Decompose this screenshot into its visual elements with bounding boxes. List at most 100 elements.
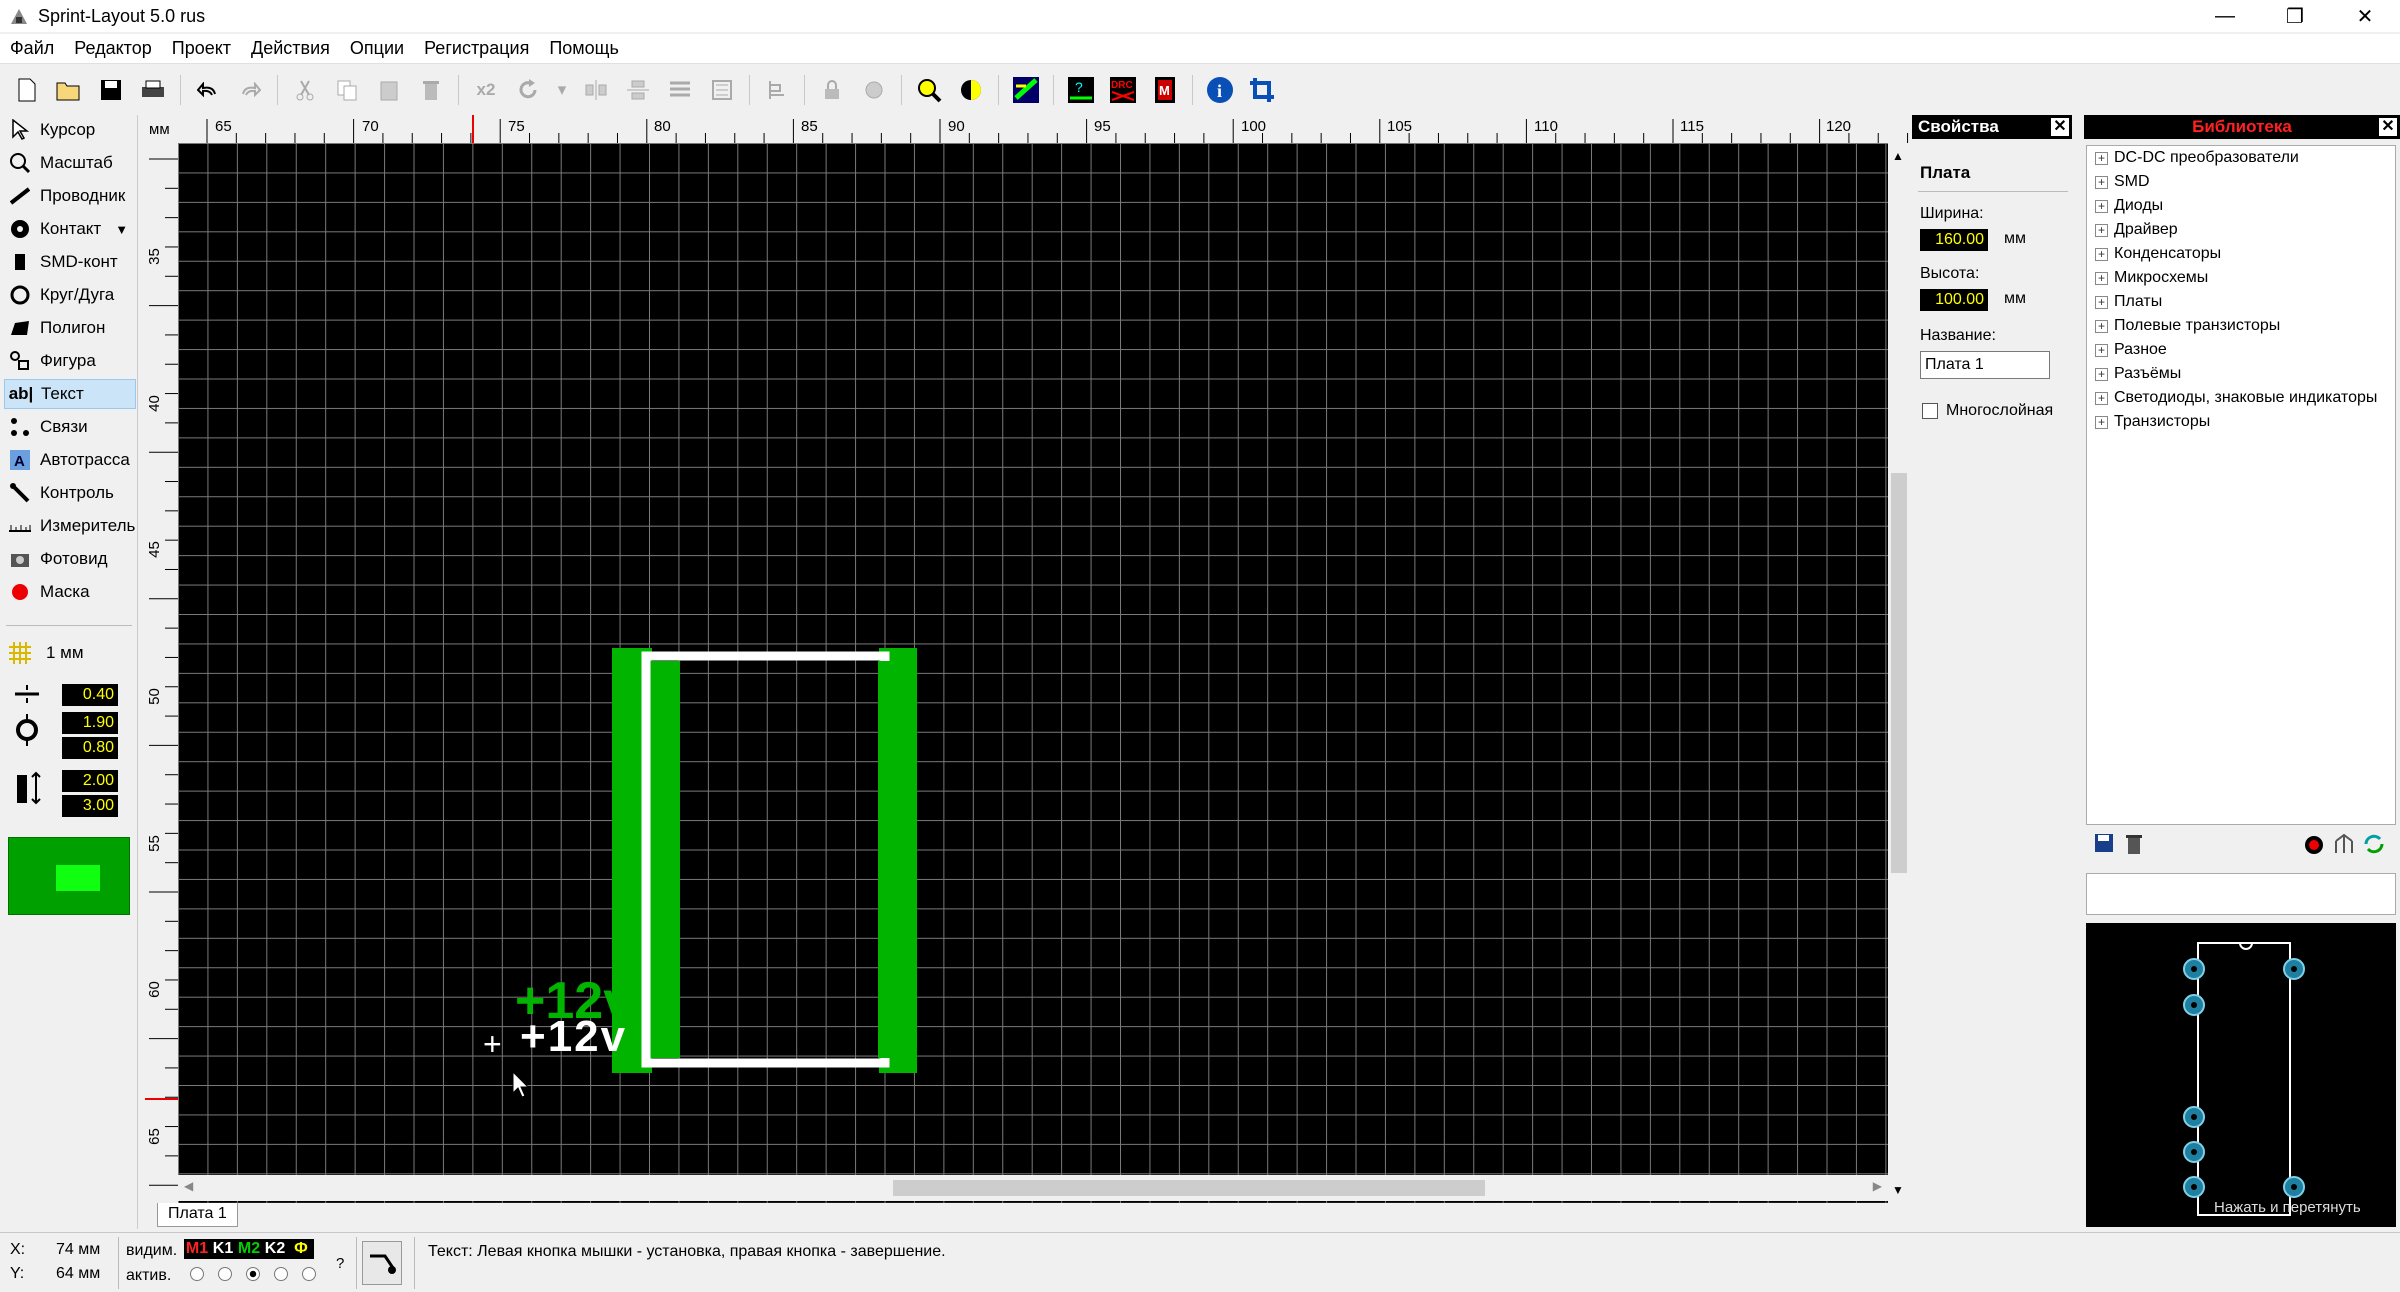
undo-icon[interactable]	[193, 75, 223, 105]
expand-icon[interactable]: +	[2095, 175, 2108, 189]
list-item[interactable]: + SMD	[2087, 170, 2395, 194]
close-icon[interactable]: ✕	[2378, 117, 2398, 137]
layer-k1[interactable]: K1	[210, 1239, 236, 1259]
library-search-area[interactable]	[2086, 873, 2396, 915]
tool-measure[interactable]: Измеритель	[4, 511, 136, 541]
refresh-icon[interactable]	[2362, 833, 2386, 860]
layer-preview-swatch[interactable]	[8, 837, 130, 915]
align-icon[interactable]	[665, 75, 695, 105]
tool-text[interactable]: ab| Текст	[4, 379, 136, 409]
board-name-input[interactable]: Плата 1	[1920, 351, 2050, 379]
expand-icon[interactable]: +	[2095, 415, 2108, 429]
menu-registration[interactable]: Регистрация	[424, 38, 529, 59]
expand-icon[interactable]: +	[2095, 319, 2108, 333]
scroll-down-icon[interactable]: ▼	[1892, 1183, 1904, 1197]
list-item[interactable]: + Транзисторы	[2087, 410, 2395, 434]
vertical-scroll-thumb[interactable]	[1891, 473, 1907, 873]
list-item[interactable]: + Разъёмы	[2087, 362, 2395, 386]
layer-help[interactable]: ?	[336, 1255, 344, 1272]
delete-icon[interactable]	[416, 75, 446, 105]
maximize-button[interactable]: ❐	[2260, 0, 2330, 32]
autoroute-toolbar-icon[interactable]	[1011, 75, 1041, 105]
tool-pad[interactable]: Контакт ▼	[4, 214, 136, 244]
tool-test[interactable]: Контроль	[4, 478, 136, 508]
smd-height-field[interactable]: 3.00	[62, 795, 118, 817]
horizontal-scrollbar[interactable]: ◀ ▶	[178, 1175, 1888, 1201]
list-item[interactable]: + Разное	[2087, 338, 2395, 362]
expand-icon[interactable]: +	[2095, 271, 2108, 285]
layer-k2[interactable]: K2	[262, 1239, 288, 1259]
redo-icon[interactable]	[235, 75, 265, 105]
radio-k1[interactable]	[218, 1267, 232, 1281]
pcb-canvas[interactable]: +12v +12v +	[178, 143, 1888, 1203]
delete-icon[interactable]	[2124, 833, 2144, 860]
expand-icon[interactable]: +	[2095, 199, 2108, 213]
grid-setting[interactable]: 1 мм	[4, 638, 136, 668]
menu-project[interactable]: Проект	[172, 38, 231, 59]
tool-circle-arc[interactable]: Круг/Дуга	[4, 280, 136, 310]
radio-m1[interactable]	[190, 1267, 204, 1281]
cut-icon[interactable]	[290, 75, 320, 105]
multilayer-checkbox[interactable]	[1922, 403, 1938, 419]
expand-icon[interactable]: +	[2095, 295, 2108, 309]
tool-photoview[interactable]: Фотовид	[4, 544, 136, 574]
tab-board-1[interactable]: Плата 1	[157, 1203, 238, 1227]
macro-icon[interactable]: M	[1150, 75, 1180, 105]
transparency-icon[interactable]	[956, 75, 986, 105]
zoom-icon[interactable]	[914, 75, 944, 105]
open-folder-icon[interactable]	[54, 75, 84, 105]
pad-inner-field[interactable]: 0.80	[62, 737, 118, 759]
mirror-horizontal-icon[interactable]	[581, 75, 611, 105]
list-item[interactable]: + Платы	[2087, 290, 2395, 314]
tool-smd-pad[interactable]: SMD-конт	[4, 247, 136, 277]
menu-editor[interactable]: Редактор	[74, 38, 151, 59]
new-file-icon[interactable]	[12, 75, 42, 105]
expand-icon[interactable]: +	[2095, 151, 2108, 165]
text-label-white[interactable]: +12v	[520, 1015, 627, 1059]
tool-connections[interactable]: Связи	[4, 412, 136, 442]
tool-cursor[interactable]: Курсор	[4, 115, 136, 145]
smd-width-field[interactable]: 2.00	[62, 770, 118, 792]
scroll-up-icon[interactable]: ▲	[1892, 149, 1904, 163]
minimize-button[interactable]: —	[2190, 0, 2260, 32]
chevron-down-icon[interactable]: ▼	[115, 222, 128, 237]
width-field[interactable]: 160.00	[1920, 229, 1988, 251]
close-button[interactable]: ✕	[2330, 0, 2400, 32]
layer-m2[interactable]: M2	[236, 1239, 262, 1259]
expand-icon[interactable]: +	[2095, 391, 2108, 405]
group-icon[interactable]	[707, 75, 737, 105]
connections-check-icon[interactable]: ?	[1066, 75, 1096, 105]
save-icon[interactable]	[96, 75, 126, 105]
vertical-scrollbar[interactable]: ▲ ▼	[1888, 143, 1910, 1203]
mirror-vertical-icon[interactable]	[623, 75, 653, 105]
expand-icon[interactable]: +	[2095, 343, 2108, 357]
tool-mask[interactable]: Маска	[4, 577, 136, 607]
expand-icon[interactable]: +	[2095, 247, 2108, 261]
menu-help[interactable]: Помощь	[549, 38, 619, 59]
layer-m1[interactable]: M1	[184, 1239, 210, 1259]
copy-icon[interactable]	[332, 75, 362, 105]
print-icon[interactable]	[138, 75, 168, 105]
scroll-right-icon[interactable]: ▶	[1873, 1179, 1882, 1193]
list-item[interactable]: + Диоды	[2087, 194, 2395, 218]
list-item[interactable]: + Конденсаторы	[2087, 242, 2395, 266]
split-icon[interactable]	[2332, 833, 2354, 860]
lock-icon[interactable]	[817, 75, 847, 105]
radio-m2[interactable]	[246, 1267, 260, 1281]
tool-autoroute[interactable]: A Автотрасса	[4, 445, 136, 475]
menu-options[interactable]: Опции	[350, 38, 404, 59]
route-mode-button[interactable]	[362, 1241, 402, 1285]
chevron-down-icon[interactable]: ▾	[555, 75, 569, 105]
pad-outer-field[interactable]: 1.90	[62, 712, 118, 734]
horizontal-scroll-thumb[interactable]	[893, 1180, 1485, 1196]
list-item[interactable]: + Микросхемы	[2087, 266, 2395, 290]
silkscreen-outline[interactable]	[641, 651, 890, 1068]
expand-icon[interactable]: +	[2095, 367, 2108, 381]
component-icon[interactable]	[762, 75, 792, 105]
save-icon[interactable]	[2094, 833, 2114, 858]
crop-icon[interactable]	[1247, 75, 1277, 105]
height-field[interactable]: 100.00	[1920, 289, 1988, 311]
expand-icon[interactable]: +	[2095, 223, 2108, 237]
radio-f[interactable]	[302, 1267, 316, 1281]
tool-shape[interactable]: Фигура	[4, 346, 136, 376]
